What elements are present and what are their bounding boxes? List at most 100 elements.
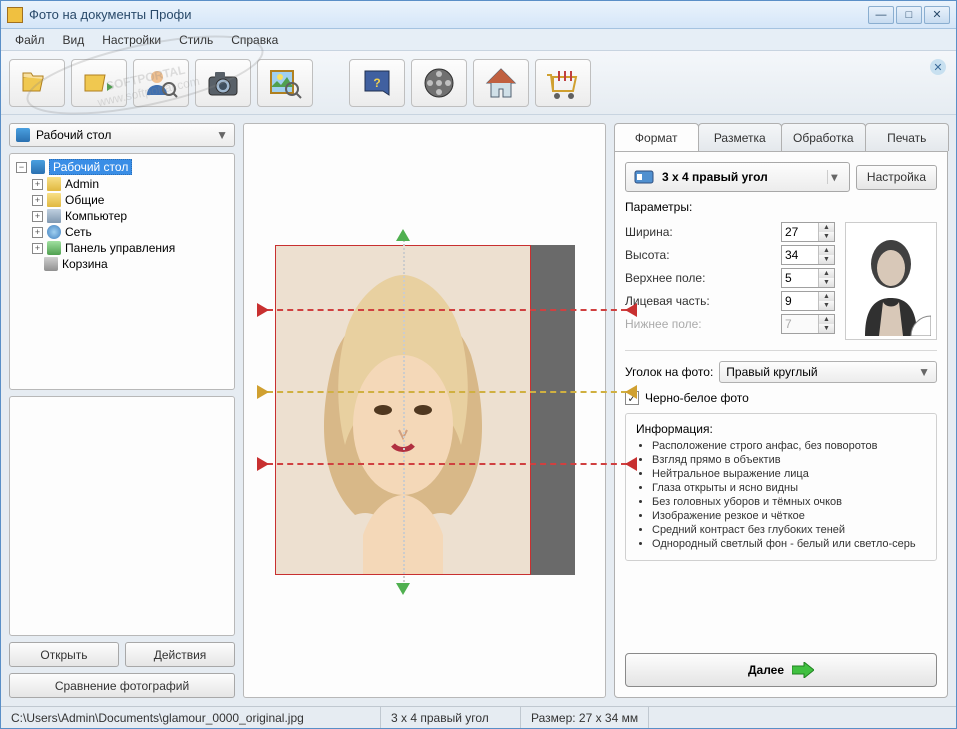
compare-button[interactable]: Сравнение фотографий	[9, 673, 235, 698]
format-settings-button[interactable]: Настройка	[856, 165, 937, 190]
minimize-button[interactable]: —	[868, 6, 894, 24]
top-margin-label: Верхнее поле:	[625, 271, 775, 285]
tree-expander[interactable]: +	[32, 195, 43, 206]
spin-up-icon[interactable]: ▲	[819, 246, 834, 255]
tree-expander[interactable]: +	[32, 227, 43, 238]
info-box: Информация: Расположение строго анфас, б…	[625, 413, 937, 561]
spin-down-icon[interactable]: ▼	[819, 255, 834, 264]
tree-item-label[interactable]: Компьютер	[65, 209, 127, 223]
face-input[interactable]	[782, 292, 818, 310]
arrow-right-chin[interactable]	[625, 457, 637, 471]
spin-up-icon[interactable]: ▲	[819, 269, 834, 278]
toolbar-help-icon[interactable]: ?	[349, 59, 405, 107]
actions-button[interactable]: Действия	[125, 642, 235, 667]
width-label: Ширина:	[625, 225, 775, 239]
info-item: Нейтральное выражение лица	[652, 468, 926, 480]
face-spinner[interactable]: ▲▼	[781, 291, 835, 311]
status-size: Размер: 27 x 34 мм	[521, 707, 649, 728]
control-panel-icon	[47, 241, 61, 255]
info-item: Однородный светлый фон - белый или светл…	[652, 538, 926, 550]
tab-content: 3 x 4 правый угол ▾ Настройка Параметры:…	[614, 151, 948, 698]
maximize-button[interactable]: □	[896, 6, 922, 24]
top-spinner[interactable]: ▲▼	[781, 268, 835, 288]
toolbar-home-icon[interactable]	[473, 59, 529, 107]
spin-up-icon[interactable]: ▲	[819, 223, 834, 232]
menu-file[interactable]: Файл	[7, 31, 53, 49]
format-preview	[845, 222, 937, 340]
menu-style[interactable]: Стиль	[171, 31, 221, 49]
tree-item-label[interactable]: Общие	[65, 193, 104, 207]
chevron-down-icon: ▼	[918, 365, 930, 379]
open-button[interactable]: Открыть	[9, 642, 119, 667]
spin-down-icon[interactable]: ▼	[819, 232, 834, 241]
toolbar-save-icon[interactable]	[71, 59, 127, 107]
format-selector[interactable]: 3 x 4 правый угол ▾	[625, 162, 850, 192]
menu-view[interactable]: Вид	[55, 31, 93, 49]
toolbar-user-icon[interactable]	[133, 59, 189, 107]
toolbar-photo-search-icon[interactable]	[257, 59, 313, 107]
spin-up-icon: ▲	[819, 315, 834, 324]
width-input[interactable]	[782, 223, 818, 241]
tab-format[interactable]: Формат	[614, 123, 699, 151]
tree-expander[interactable]: +	[32, 211, 43, 222]
info-list: Расположение строго анфас, без поворотов…	[636, 440, 926, 550]
bw-label: Черно-белое фото	[645, 391, 749, 405]
tab-layout[interactable]: Разметка	[698, 123, 783, 151]
spin-down-icon[interactable]: ▼	[819, 301, 834, 310]
arrow-left-chin[interactable]	[257, 457, 269, 471]
tab-print[interactable]: Печать	[865, 123, 950, 151]
arrow-bottom[interactable]	[396, 583, 410, 595]
tree-item-label[interactable]: Сеть	[65, 225, 92, 239]
tree-item-label[interactable]: Корзина	[62, 257, 108, 271]
tree-item-label[interactable]: Admin	[65, 177, 99, 191]
chevron-down-icon[interactable]: ▾	[827, 170, 841, 184]
arrow-left-eye[interactable]	[257, 385, 269, 399]
top-input[interactable]	[782, 269, 818, 287]
toolbar: ? ✕	[1, 51, 956, 115]
params-label: Параметры:	[625, 200, 937, 214]
tree-expander[interactable]: +	[32, 243, 43, 254]
height-label: Высота:	[625, 248, 775, 262]
arrow-top[interactable]	[396, 229, 410, 241]
network-icon	[47, 225, 61, 239]
height-spinner[interactable]: ▲▼	[781, 245, 835, 265]
tab-process[interactable]: Обработка	[781, 123, 866, 151]
info-item: Средний контраст без глубоких теней	[652, 524, 926, 536]
location-combo[interactable]: Рабочий стол ▼	[9, 123, 235, 147]
corner-label: Уголок на фото:	[625, 365, 713, 379]
folder-tree[interactable]: − Рабочий стол +Admin +Общие +Компьютер …	[9, 153, 235, 390]
photo-preview[interactable]	[275, 245, 531, 575]
tree-root-label[interactable]: Рабочий стол	[49, 159, 132, 175]
menu-settings[interactable]: Настройки	[94, 31, 169, 49]
next-button-label: Далее	[748, 663, 784, 677]
tree-expander[interactable]: −	[16, 162, 27, 173]
arrow-left-top[interactable]	[257, 303, 269, 317]
height-input[interactable]	[782, 246, 818, 264]
app-window: SOFTPORTALwww.softportal.com Фото на док…	[0, 0, 957, 729]
close-button[interactable]: ✕	[924, 6, 950, 24]
chevron-down-icon: ▼	[216, 128, 228, 142]
statusbar: C:\Users\Admin\Documents\glamour_0000_or…	[1, 706, 956, 728]
bottom-input	[782, 315, 818, 333]
toolbar-close-tips[interactable]: ✕	[930, 59, 946, 75]
arrow-right-eye[interactable]	[625, 385, 637, 399]
app-icon	[7, 7, 23, 23]
next-button[interactable]: Далее	[625, 653, 937, 687]
toolbar-open-icon[interactable]	[9, 59, 65, 107]
corner-combo[interactable]: Правый круглый ▼	[719, 361, 937, 383]
window-title: Фото на документы Профи	[29, 7, 868, 22]
arrow-right-top[interactable]	[625, 303, 637, 317]
toolbar-cart-icon[interactable]	[535, 59, 591, 107]
spin-down-icon[interactable]: ▼	[819, 278, 834, 287]
toolbar-camera-icon[interactable]	[195, 59, 251, 107]
titlebar: Фото на документы Профи — □ ✕	[1, 1, 956, 29]
width-spinner[interactable]: ▲▼	[781, 222, 835, 242]
photo-canvas	[243, 123, 606, 698]
info-heading: Информация:	[636, 422, 926, 436]
menu-help[interactable]: Справка	[223, 31, 286, 49]
tree-item-label[interactable]: Панель управления	[65, 241, 175, 255]
info-item: Взгляд прямо в объектив	[652, 454, 926, 466]
toolbar-video-icon[interactable]	[411, 59, 467, 107]
spin-up-icon[interactable]: ▲	[819, 292, 834, 301]
tree-expander[interactable]: +	[32, 179, 43, 190]
